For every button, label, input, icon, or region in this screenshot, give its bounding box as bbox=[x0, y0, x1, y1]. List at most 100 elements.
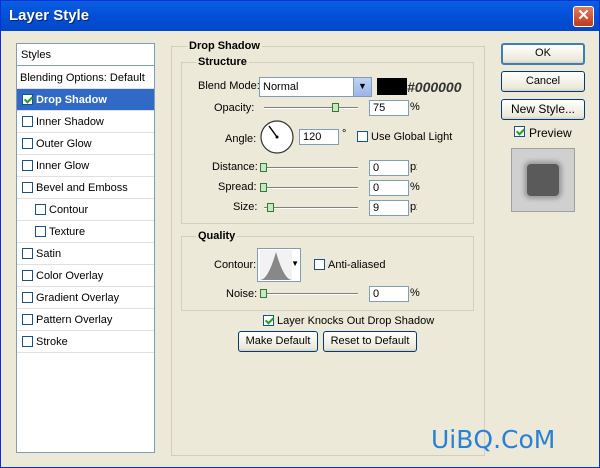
style-item-checkbox[interactable] bbox=[22, 270, 33, 281]
distance-unit: px bbox=[410, 161, 417, 173]
angle-dial-icon bbox=[260, 120, 294, 154]
styles-header[interactable]: Styles bbox=[17, 44, 154, 66]
drop-shadow-title: Drop Shadow bbox=[187, 40, 262, 52]
quality-title: Quality bbox=[196, 230, 238, 242]
style-item-checkbox[interactable] bbox=[22, 138, 33, 149]
opacity-slider-thumb[interactable] bbox=[331, 103, 339, 112]
style-item-checkbox[interactable] bbox=[22, 336, 33, 347]
spread-field[interactable]: 0 bbox=[369, 180, 409, 196]
style-item-label: Inner Glow bbox=[36, 160, 90, 172]
style-item[interactable]: Stroke bbox=[17, 331, 154, 353]
blend-mode-value: Normal bbox=[263, 81, 299, 93]
distance-field[interactable]: 0 bbox=[369, 160, 409, 176]
noise-label: Noise: bbox=[226, 288, 258, 300]
distance-slider-thumb[interactable] bbox=[260, 163, 267, 172]
anti-aliased-label: Anti-aliased bbox=[328, 259, 386, 271]
style-item-checkbox[interactable] bbox=[22, 314, 33, 325]
cancel-button[interactable]: Cancel bbox=[501, 71, 585, 92]
use-global-light-checkbox[interactable] bbox=[357, 131, 368, 142]
size-label: Size: bbox=[233, 201, 258, 213]
quality-group: Quality bbox=[181, 230, 474, 311]
angle-unit: ° bbox=[342, 128, 347, 140]
angle-dial[interactable] bbox=[259, 119, 295, 155]
style-item-label: Gradient Overlay bbox=[36, 292, 120, 304]
contour-picker[interactable]: ▼ bbox=[257, 248, 301, 282]
style-item[interactable]: Color Overlay bbox=[17, 265, 154, 287]
noise-field[interactable]: 0 bbox=[369, 286, 409, 302]
use-global-light-label: Use Global Light bbox=[371, 131, 453, 143]
watermark: UiBQ.CoM bbox=[431, 425, 556, 454]
style-item-label: Contour bbox=[49, 204, 89, 216]
style-item-label: Pattern Overlay bbox=[36, 314, 113, 326]
noise-slider-thumb[interactable] bbox=[260, 289, 267, 298]
anti-aliased-checkbox[interactable] bbox=[314, 259, 325, 270]
spread-label: Spread: bbox=[218, 181, 257, 193]
styles-list: Styles Blending Options: Default Drop Sh… bbox=[16, 43, 155, 453]
layer-style-dialog: Layer Style ✕ Styles Blending Options: D… bbox=[0, 0, 600, 468]
close-button[interactable]: ✕ bbox=[573, 6, 594, 27]
style-item-checkbox[interactable] bbox=[22, 116, 33, 127]
distance-label: Distance: bbox=[212, 161, 258, 173]
size-slider[interactable] bbox=[264, 207, 358, 209]
opacity-field[interactable]: 75 bbox=[369, 100, 409, 116]
contour-label: Contour: bbox=[214, 259, 257, 271]
style-item-label: Outer Glow bbox=[36, 138, 92, 150]
style-item[interactable]: Drop Shadow bbox=[17, 89, 154, 111]
style-item-label: Inner Shadow bbox=[36, 116, 104, 128]
style-item-checkbox[interactable] bbox=[35, 204, 46, 215]
style-item-checkbox[interactable] bbox=[22, 182, 33, 193]
preview-thumbnail bbox=[511, 148, 575, 212]
blend-mode-label: Blend Mode: bbox=[198, 80, 260, 92]
style-item-label: Drop Shadow bbox=[36, 94, 107, 106]
style-item[interactable]: Texture bbox=[17, 221, 154, 243]
opacity-unit: % bbox=[410, 101, 420, 113]
style-item[interactable]: Pattern Overlay bbox=[17, 309, 154, 331]
style-item-checkbox[interactable] bbox=[35, 226, 46, 237]
style-item-label: Texture bbox=[49, 226, 86, 238]
preview-label: Preview bbox=[529, 126, 572, 140]
style-item[interactable]: Outer Glow bbox=[17, 133, 154, 155]
style-item[interactable]: Inner Glow bbox=[17, 155, 154, 177]
style-item-checkbox[interactable] bbox=[22, 160, 33, 171]
blending-options-item[interactable]: Blending Options: Default bbox=[17, 67, 154, 89]
reset-to-default-button[interactable]: Reset to Default bbox=[323, 331, 417, 352]
chevron-down-icon[interactable]: ▼ bbox=[353, 78, 371, 96]
spread-unit: % bbox=[410, 181, 420, 193]
style-item-checkbox[interactable] bbox=[22, 94, 33, 105]
noise-unit: % bbox=[410, 287, 420, 299]
opacity-slider[interactable] bbox=[264, 107, 358, 109]
size-field[interactable]: 9 bbox=[369, 200, 409, 216]
make-default-button[interactable]: Make Default bbox=[238, 331, 318, 352]
knocks-out-label: Layer Knocks Out Drop Shadow bbox=[277, 315, 435, 327]
style-item-label: Satin bbox=[36, 248, 62, 260]
angle-field[interactable]: 120 bbox=[299, 129, 339, 145]
shadow-color-swatch[interactable] bbox=[377, 78, 407, 95]
contour-dropdown-icon[interactable]: ▼ bbox=[291, 259, 299, 268]
style-item[interactable]: Contour bbox=[17, 199, 154, 221]
close-icon: ✕ bbox=[577, 7, 590, 24]
style-item[interactable]: Satin bbox=[17, 243, 154, 265]
style-item[interactable]: Inner Shadow bbox=[17, 111, 154, 133]
style-item-checkbox[interactable] bbox=[22, 292, 33, 303]
style-item[interactable]: Bevel and Emboss bbox=[17, 177, 154, 199]
ok-button[interactable]: OK bbox=[501, 43, 585, 65]
dialog-title: Layer Style bbox=[9, 7, 90, 24]
noise-slider[interactable] bbox=[264, 293, 358, 295]
style-item-label: Stroke bbox=[36, 336, 68, 348]
knocks-out-checkbox[interactable] bbox=[263, 315, 274, 326]
style-item-checkbox[interactable] bbox=[22, 248, 33, 259]
distance-slider[interactable] bbox=[264, 167, 358, 169]
new-style-button[interactable]: New Style... bbox=[501, 99, 585, 120]
preview-swatch bbox=[527, 164, 559, 196]
size-slider-thumb[interactable] bbox=[267, 203, 274, 212]
style-item[interactable]: Gradient Overlay bbox=[17, 287, 154, 309]
color-hex-label: #000000 bbox=[407, 79, 462, 95]
preview-checkbox[interactable] bbox=[514, 126, 525, 137]
opacity-label: Opacity: bbox=[214, 102, 255, 114]
title-bar[interactable]: Layer Style ✕ bbox=[1, 1, 599, 31]
spread-slider-thumb[interactable] bbox=[260, 183, 267, 192]
style-item-label: Color Overlay bbox=[36, 270, 104, 282]
blend-mode-select[interactable]: Normal ▼ bbox=[259, 77, 372, 97]
style-item-label: Bevel and Emboss bbox=[36, 182, 128, 194]
spread-slider[interactable] bbox=[264, 187, 358, 189]
